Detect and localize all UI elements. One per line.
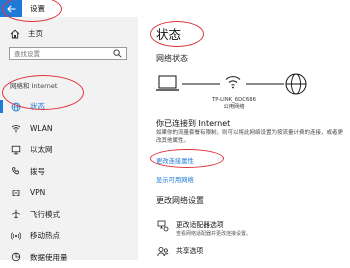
globe-icon (10, 101, 21, 112)
section-heading: 网络和 Internet (10, 80, 57, 90)
connected-description: 如果你的流量套餐有限制，则可以将此网络设置为按流量计费的连接，或者更改其他属性。 (156, 130, 344, 145)
hotspot-icon (10, 230, 21, 241)
back-arrow-icon (7, 5, 16, 13)
airplane-icon (10, 209, 21, 220)
home-icon (10, 29, 20, 39)
vpn-icon (10, 187, 21, 198)
search-input[interactable] (14, 50, 114, 58)
main-content: 状态 网络状态 TP-LINK_6DC686 公用网络 你已连接到 Intern… (138, 17, 350, 260)
sidebar-item-wlan[interactable]: WLAN (0, 118, 138, 140)
window-title: 设置 (30, 3, 45, 14)
back-button[interactable] (0, 0, 22, 17)
sidebar-item-dialup[interactable]: 拨号 (0, 161, 138, 183)
sidebar-item-label: 飞行模式 (30, 209, 60, 220)
sidebar-nav: 状态 WLAN 以太网 (0, 96, 138, 268)
wifi-icon (10, 123, 21, 134)
change-network-settings-heading: 更改网络设置 (156, 195, 204, 206)
sidebar-item-vpn[interactable]: VPN (0, 182, 138, 204)
wifi-signal-icon (226, 77, 240, 89)
network-diagram (156, 70, 336, 118)
sidebar-item-data-usage[interactable]: 数据使用量 (0, 247, 138, 268)
network-name: TP-LINK_6DC686 公用网络 (204, 97, 264, 110)
sidebar-item-label: 以太网 (30, 144, 53, 155)
search-box[interactable] (9, 47, 127, 60)
sidebar-item-ethernet[interactable]: 以太网 (0, 139, 138, 161)
sidebar-item-label: 移动热点 (30, 230, 60, 241)
sidebar-item-label: 数据使用量 (30, 252, 68, 263)
change-connection-properties-link[interactable]: 更改连接属性 (156, 156, 194, 165)
network-adapter-icon (156, 219, 170, 233)
sidebar: 主页 网络和 Internet 状态 (0, 17, 138, 260)
adapter-options-item[interactable]: 更改适配器选项 查看网络适配器并更改连接设置。 (156, 219, 251, 237)
sidebar-item-label: VPN (30, 188, 45, 197)
search-icon[interactable] (113, 49, 122, 58)
home-nav-item[interactable]: 主页 (10, 28, 43, 39)
sharing-options-item[interactable]: 共享选项 (156, 245, 203, 259)
sharing-options-title: 共享选项 (176, 245, 203, 255)
internet-globe-icon (286, 74, 306, 94)
sidebar-item-label: WLAN (30, 124, 53, 133)
data-usage-icon (10, 252, 21, 263)
connected-title: 你已连接到 Internet (156, 118, 230, 129)
sidebar-item-airplane-mode[interactable]: 飞行模式 (0, 204, 138, 226)
page-title: 状态 (156, 24, 181, 43)
dialup-icon (10, 166, 21, 177)
sidebar-item-mobile-hotspot[interactable]: 移动热点 (0, 225, 138, 247)
adapter-options-title: 更改适配器选项 (176, 219, 251, 229)
ethernet-icon (10, 144, 21, 155)
network-ssid: TP-LINK_6DC686 (204, 97, 264, 104)
sidebar-item-label: 状态 (30, 101, 45, 112)
show-available-networks-link[interactable]: 显示可用网络 (156, 175, 194, 184)
sidebar-item-label: 拨号 (30, 166, 45, 177)
title-bar: 设置 (0, 0, 350, 17)
sidebar-item-status[interactable]: 状态 (0, 96, 138, 118)
laptop-icon (156, 76, 179, 90)
network-profile: 公用网络 (204, 104, 264, 111)
home-label: 主页 (28, 28, 43, 39)
adapter-options-description: 查看网络适配器并更改连接设置。 (176, 230, 251, 237)
network-status-heading: 网络状态 (156, 53, 188, 64)
sharing-icon (156, 245, 170, 259)
